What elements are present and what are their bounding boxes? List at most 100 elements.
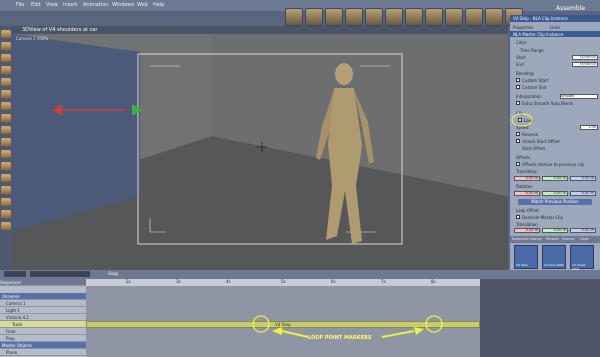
zoom-tool-icon[interactable] [1,114,11,122]
preview-icon[interactable] [485,8,503,26]
unlock-start-checkbox[interactable] [516,139,520,143]
track-victoria[interactable]: Victoria 4.2 [0,314,86,321]
track-area[interactable]: 2s 3s 4s 5s 6s 7s 8s V4 Step LOOP POINT … [86,279,600,357]
extra-smooth-checkbox[interactable] [516,101,520,105]
clip-thumb-chest-walk[interactable]: V4 Chest Walk [570,245,594,271]
loop-translation-x[interactable]: 0.00 m [514,228,540,233]
snap-label[interactable]: Snap [108,271,118,276]
tab-properties[interactable]: Properties [513,25,533,30]
tab-library[interactable]: Library [530,237,542,241]
sequencer-dropdown[interactable]: Sequencer [0,279,86,286]
clip-title: NLA Master Clip Instance [510,31,600,37]
create-icon[interactable] [285,8,303,26]
render-tool-icon[interactable] [1,222,11,230]
loop-translation-z[interactable]: 0.00 m [570,228,596,233]
custom-start-checkbox[interactable] [516,78,520,82]
track-clip[interactable]: Track [0,321,86,328]
pan-tool-icon[interactable] [1,126,11,134]
track-floor[interactable]: Floor [0,328,86,335]
extra-smooth-label: Extra Smooth Auto Blend [522,101,573,106]
hair-tool-icon[interactable] [1,174,11,182]
translation-z[interactable]: 0.00 m [570,176,596,181]
render-icon[interactable] [405,8,423,26]
reverse-checkbox[interactable] [516,132,520,136]
mode-label[interactable]: Assemble [556,5,585,12]
override-master-label: Override Master Clip [522,215,564,220]
library-tabs: Instances Library Presets Scenes Clips [510,236,600,243]
rotation-z[interactable]: 0.00 m [570,191,596,196]
clip-thumb-slow-walk[interactable]: V4 Slow Walk [542,245,566,269]
menu-edit[interactable]: Edit [31,2,41,8]
loop-translation-y[interactable]: 0.00 m [542,228,568,233]
translation2-label: Translation [516,222,538,227]
pose-tool-icon[interactable] [1,90,11,98]
link-tool-icon[interactable] [1,78,11,86]
move-tool-icon[interactable] [1,42,11,50]
rotation-x[interactable]: 0.00 m [514,191,540,196]
track-master-objects[interactable]: Master Objects [0,342,86,349]
left-toolbar [0,26,12,270]
3d-viewport[interactable]: 3DView of V4 shoulders at car Camera 1 1… [12,26,508,270]
scene-icon[interactable] [465,8,483,26]
morph-tool-icon[interactable] [1,198,11,206]
tab-links[interactable]: Links [550,25,560,30]
interpolation-select[interactable]: Smooth [560,94,598,99]
select-tool-icon[interactable] [1,30,11,38]
menu-web[interactable]: Web [137,2,148,8]
prop-icon[interactable] [365,8,383,26]
transport-controls [0,270,600,279]
scale-tool-icon[interactable] [1,66,11,74]
start-field[interactable]: 00:00:00 [572,55,598,60]
track-camera[interactable]: Camera 1 [0,300,86,307]
track-light[interactable]: Light 1 [0,307,86,314]
material-icon[interactable] [385,8,403,26]
record-button[interactable] [4,271,26,277]
tab-instances[interactable]: Instances [512,237,529,241]
tab-clips[interactable]: Clips [580,237,588,241]
shape-icon[interactable] [445,8,463,26]
speed-label: Speed [516,125,529,130]
lights-tool-icon[interactable] [1,162,11,170]
offsets-label: Offsets [516,155,531,160]
animation-icon[interactable] [425,8,443,26]
track-universe[interactable]: Universe [0,293,86,300]
clip-thumb-label: V4 Step [516,263,528,267]
clip-thumb-v4-step[interactable]: V4 Step [514,245,538,269]
translation-y[interactable]: 0.00 m [542,176,568,181]
align-tool-icon[interactable] [1,102,11,110]
blending-label: Blending [516,71,534,76]
paint-tool-icon[interactable] [1,150,11,158]
track-prop[interactable]: Prop [0,335,86,342]
rotate-tool-icon[interactable] [1,54,11,62]
override-master-checkbox[interactable] [516,215,520,219]
track-plane[interactable]: Plane [0,349,86,356]
translation-label: Translation [516,169,538,174]
translation-x[interactable]: 0.00 m [514,176,540,181]
tab-scenes[interactable]: Scenes [562,237,575,241]
light-icon[interactable] [305,8,323,26]
menu-view[interactable]: View [46,2,58,8]
rotation-y[interactable]: 0.00 m [542,191,568,196]
menu-file[interactable]: File [16,2,24,8]
menu-insert[interactable]: Insert [63,2,77,8]
timeline-end-region [480,279,600,357]
color-label: Color [516,40,527,45]
match-previous-button[interactable]: Match Previous Position [518,199,592,205]
offsets-relative-checkbox[interactable] [516,162,520,166]
reverse-label: Reverse [522,132,539,137]
figure-icon[interactable] [345,8,363,26]
camera-label: Camera 1 100% [16,36,49,41]
cloth-tool-icon[interactable] [1,186,11,194]
menu-animation[interactable]: Animation [83,2,109,8]
end-field[interactable]: 00:00:00 [572,62,598,67]
menu-windows[interactable]: Windows [112,2,134,8]
tab-presets[interactable]: Presets [546,237,559,241]
orbit-tool-icon[interactable] [1,138,11,146]
camera-icon[interactable] [325,8,343,26]
track-list: Sequencer Universe Camera 1 Light 1 Vict… [0,279,86,357]
gizmo-tool-icon[interactable] [1,210,11,218]
play-controls[interactable] [30,271,90,277]
menu-help[interactable]: Help [153,2,164,8]
custom-end-checkbox[interactable] [516,85,520,89]
speed-field[interactable]: 1.00 [580,125,598,130]
